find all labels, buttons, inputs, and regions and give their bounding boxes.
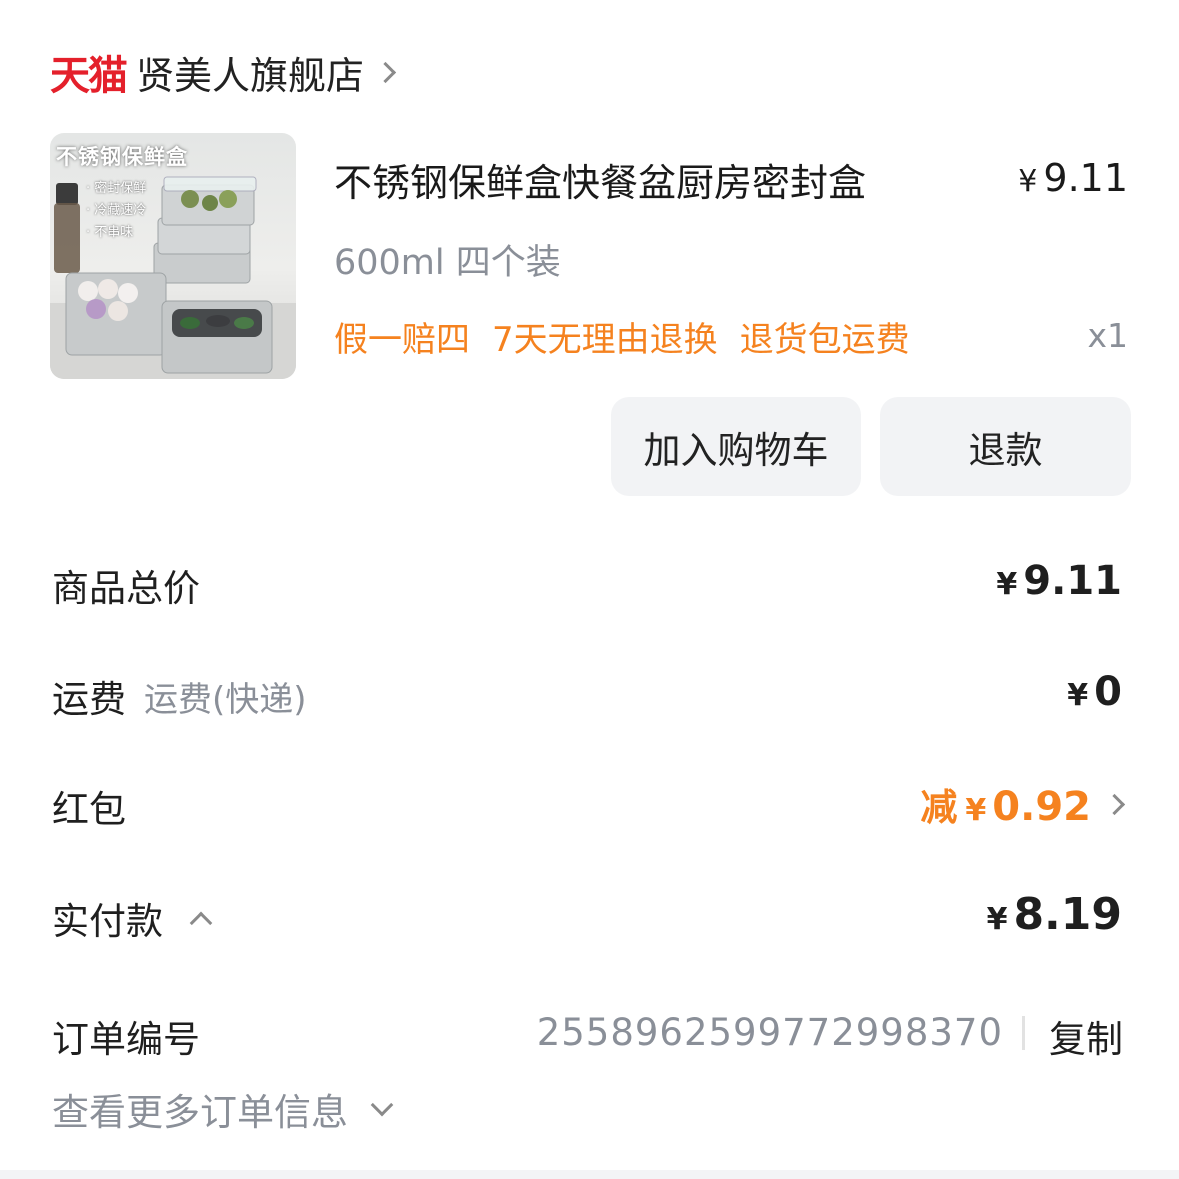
shipping-value: ¥0	[1067, 669, 1122, 715]
paid-label: 实付款	[52, 900, 163, 943]
red-packet-label: 红包	[52, 788, 126, 831]
shipping-label: 运费	[52, 678, 126, 721]
red-packet-amount: 0.92	[992, 784, 1091, 830]
product-spec: 600ml 四个装	[334, 243, 561, 283]
currency-symbol: ¥	[1018, 164, 1038, 199]
store-header[interactable]: 天猫 贤美人旗舰店	[50, 42, 397, 102]
refund-button[interactable]: 退款	[880, 397, 1131, 496]
thumbnail-feature: · 不串味	[86, 225, 134, 240]
service-tag: 假一赔四	[334, 320, 470, 360]
discount-prefix: 减	[920, 786, 958, 829]
service-tag: 7天无理由退换	[492, 320, 718, 360]
paid-value: ¥8.19	[987, 889, 1122, 940]
product-quantity: x1	[1087, 316, 1128, 355]
service-tag: 退货包运费	[739, 320, 910, 360]
chevron-down-icon	[370, 1093, 394, 1117]
currency-symbol: ¥	[965, 793, 987, 828]
shipping-row: 运费 运费(快递)	[52, 669, 307, 723]
more-order-info-label: 查看更多订单信息	[52, 1091, 348, 1134]
paid-row[interactable]: 实付款	[52, 891, 213, 945]
divider	[1022, 1016, 1025, 1050]
shipping-method: 运费(快递)	[144, 679, 307, 720]
paid-amount: 8.19	[1013, 889, 1122, 940]
product-title[interactable]: 不锈钢保鲜盒快餐盆厨房密封盒	[334, 152, 866, 207]
shipping-amount: 0	[1094, 669, 1122, 715]
red-packet-discount[interactable]: 减 ¥0.92	[920, 777, 1126, 831]
thumbnail-feature: · 密封保鲜	[86, 181, 147, 196]
service-tags: 假一赔四 7天无理由退换 退货包运费	[334, 312, 910, 361]
currency-symbol: ¥	[1067, 678, 1089, 713]
copy-button[interactable]: 复制	[1049, 1009, 1123, 1063]
thumbnail-title: 不锈钢保鲜盒	[56, 145, 188, 169]
product-thumbnail[interactable]: 不锈钢保鲜盒 · 密封保鲜 · 冷藏速冷 · 不串味	[50, 133, 296, 379]
order-number: 2558962599772998370	[536, 1011, 1003, 1054]
goods-total-amount: 9.11	[1023, 558, 1122, 604]
store-name[interactable]: 贤美人旗舰店	[136, 45, 364, 100]
chevron-up-icon[interactable]	[189, 911, 213, 935]
product-price-value: 9.11	[1043, 156, 1128, 200]
order-number-label: 订单编号	[52, 1018, 200, 1061]
chevron-right-icon[interactable]	[374, 61, 397, 83]
tmall-logo: 天猫	[50, 53, 128, 99]
bottom-divider	[0, 1170, 1179, 1179]
goods-total-label: 商品总价	[52, 567, 200, 610]
add-to-cart-button[interactable]: 加入购物车	[611, 397, 861, 496]
product-price: ¥9.11	[1018, 156, 1128, 200]
goods-total-value: ¥9.11	[996, 558, 1122, 604]
more-order-info-toggle[interactable]: 查看更多订单信息	[52, 1082, 394, 1136]
chevron-right-icon[interactable]	[1103, 793, 1126, 815]
currency-symbol: ¥	[986, 902, 1008, 937]
thumbnail-feature: · 冷藏速冷	[86, 203, 147, 218]
currency-symbol: ¥	[996, 567, 1018, 602]
